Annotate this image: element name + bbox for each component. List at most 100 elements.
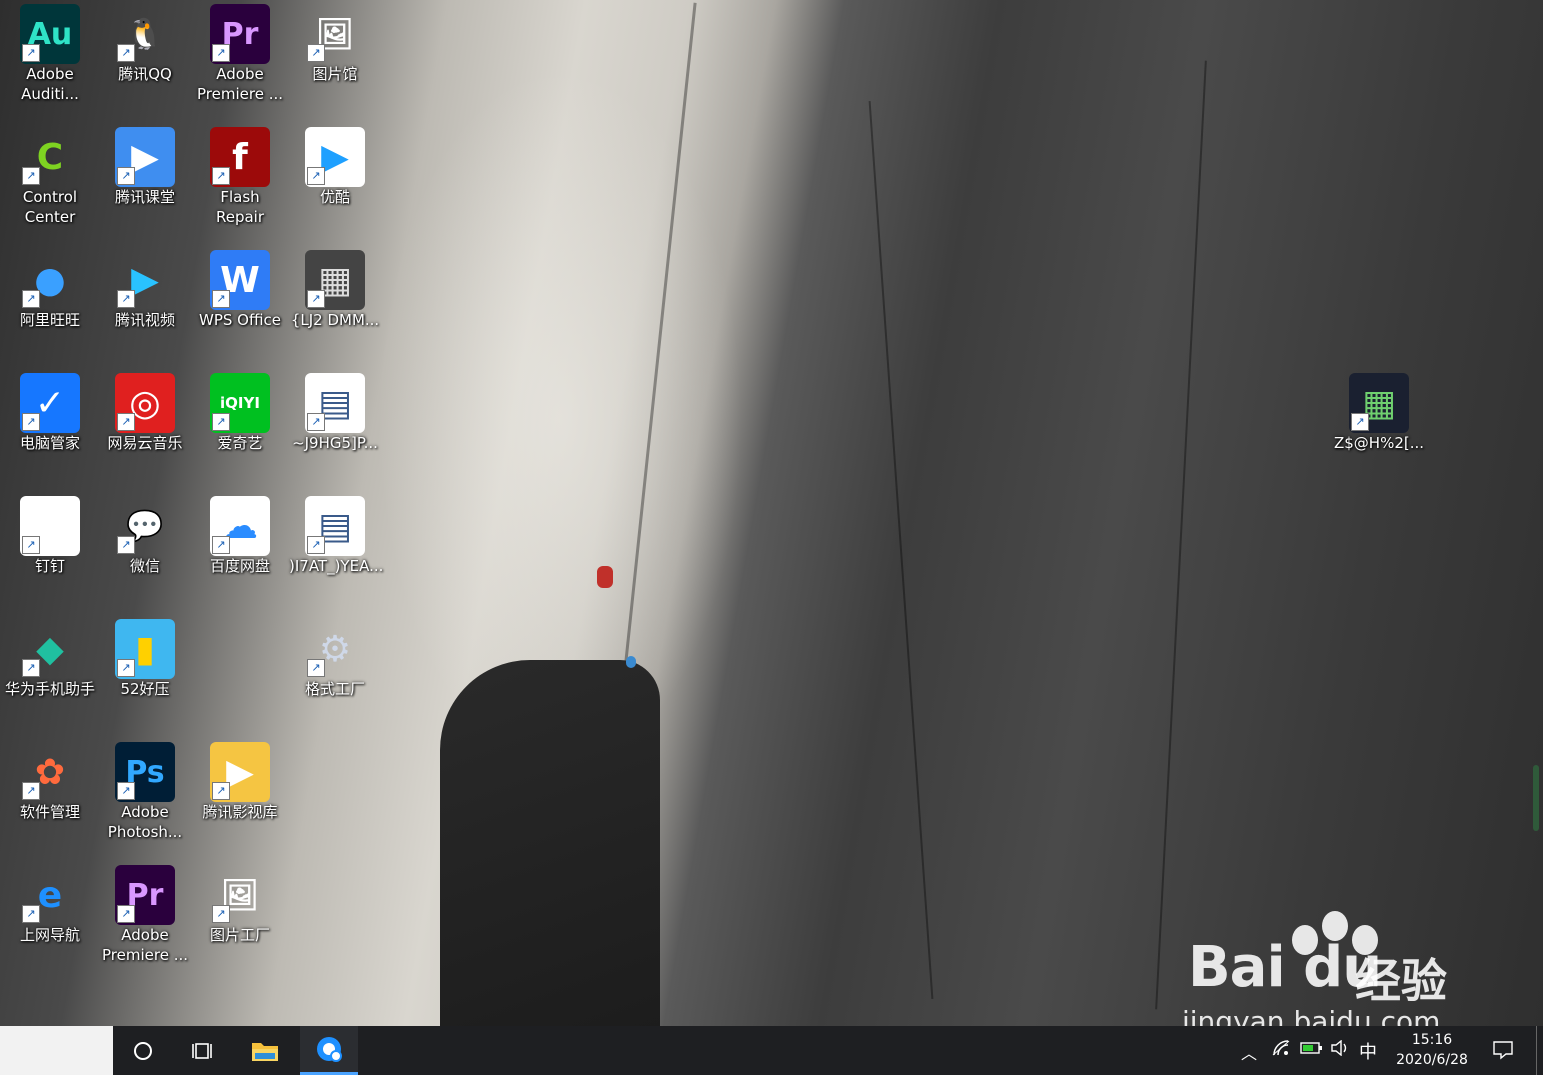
- rock-crack: [868, 101, 934, 999]
- shortcut-arrow-icon: ↗: [307, 413, 325, 431]
- desktop-shortcut-label: ~J9HG5]P...: [292, 434, 378, 452]
- desktop-shortcut-label: 优酷: [319, 188, 350, 206]
- desktop-shortcut-label: 百度网盘: [209, 557, 270, 575]
- volume-icon[interactable]: [1330, 1039, 1350, 1060]
- shortcut-arrow-icon: ↗: [307, 659, 325, 677]
- desktop-shortcut[interactable]: ▮ ↗ 52好压: [99, 615, 191, 733]
- shortcut-arrow-icon: ↗: [212, 782, 230, 800]
- desktop-shortcut[interactable]: W ↗ WPS Office: [194, 246, 286, 364]
- cortana-button[interactable]: [114, 1026, 172, 1075]
- desktop-shortcut[interactable]: ✓ ↗ 电脑管家: [4, 369, 96, 487]
- shortcut-arrow-icon: ↗: [117, 659, 135, 677]
- ime-indicator[interactable]: 中: [1359, 1038, 1377, 1064]
- show-desktop-divider[interactable]: [1536, 1026, 1537, 1075]
- desktop-shortcut[interactable]: ✿ ↗ 软件管理: [4, 738, 96, 856]
- desktop-shortcut-label: 钉钉: [34, 557, 65, 575]
- desktop-shortcut-label: 图片工厂: [209, 926, 270, 944]
- desktop-shortcut-label: 图片馆: [312, 65, 358, 83]
- rock-crack: [1155, 60, 1207, 1010]
- shortcut-arrow-icon: ↗: [22, 44, 40, 62]
- wifi-icon[interactable]: [1272, 1040, 1290, 1060]
- shortcut-arrow-icon: ↗: [117, 413, 135, 431]
- desktop-shortcut[interactable]: ▶ ↗ 优酷: [289, 123, 381, 241]
- shortcut-arrow-icon: ↗: [117, 536, 135, 554]
- desktop-shortcut[interactable]: 🐧 ↗ 腾讯QQ: [99, 0, 191, 118]
- desktop-shortcut[interactable]: ▤ ↗)I7AT_)YEA...: [289, 492, 384, 610]
- shortcut-arrow-icon: ↗: [212, 905, 230, 923]
- desktop-shortcut-label: 电脑管家: [19, 434, 80, 452]
- shortcut-arrow-icon: ↗: [22, 290, 40, 308]
- shortcut-arrow-icon: ↗: [22, 536, 40, 554]
- chevron-up-icon[interactable]: ︿: [1241, 1040, 1257, 1064]
- shortcut-arrow-icon: ↗: [1351, 413, 1369, 431]
- shortcut-arrow-icon: ↗: [307, 290, 325, 308]
- desktop-shortcut-label: 软件管理: [19, 803, 80, 821]
- browser-taskbar-button[interactable]: [300, 1026, 358, 1075]
- desktop-shortcut[interactable]: Pr ↗ Adobe Premiere ...: [99, 861, 191, 979]
- desktop-shortcut-label: Adobe Photosh...: [107, 803, 183, 841]
- desktop-shortcut[interactable]: ● ↗ 阿里旺旺: [4, 246, 96, 364]
- desktop-shortcut-label: Flash Repair: [215, 188, 265, 226]
- task-view-button[interactable]: [174, 1026, 232, 1075]
- file-explorer-button[interactable]: [236, 1026, 294, 1075]
- desktop-shortcut[interactable]: 🖼 ↗ 图片工厂: [194, 861, 286, 979]
- desktop-shortcut-label: 华为手机助手: [4, 680, 95, 698]
- shortcut-arrow-icon: ↗: [22, 659, 40, 677]
- desktop-shortcut[interactable]: f ↗ Flash Repair: [194, 123, 286, 241]
- shortcut-arrow-icon: ↗: [212, 536, 230, 554]
- desktop-shortcut[interactable]: ▤ ↗ ~J9HG5]P...: [289, 369, 381, 487]
- desktop-shortcut[interactable]: ↗ 钉钉: [4, 492, 96, 610]
- task-view-icon: [192, 1042, 212, 1059]
- desktop-shortcut[interactable]: 💬 ↗ 微信: [99, 492, 191, 610]
- clock-date: 2020/6/28: [1396, 1052, 1468, 1068]
- desktop-shortcut[interactable]: ▶ ↗ 腾讯课堂: [99, 123, 191, 241]
- watermark-brand: Bai du: [1188, 935, 1382, 1000]
- folder-icon: [252, 1042, 278, 1061]
- shortcut-arrow-icon: ↗: [22, 905, 40, 923]
- shortcut-arrow-icon: ↗: [22, 413, 40, 431]
- desktop-shortcut-label: Adobe Premiere ...: [102, 926, 188, 964]
- desktop-shortcut[interactable]: Pr ↗ Adobe Premiere ...: [194, 0, 286, 118]
- desktop-shortcut[interactable]: Ps ↗ Adobe Photosh...: [99, 738, 191, 856]
- desktop-shortcut[interactable]: C ↗ Control Center: [4, 123, 96, 241]
- taskbar-search-box[interactable]: [0, 1026, 113, 1075]
- desktop-shortcut[interactable]: iQIYI ↗ 爱奇艺: [194, 369, 286, 487]
- desktop-shortcut-label: Control Center: [22, 188, 78, 226]
- desktop-shortcut-label: )I7AT_)YEA...: [289, 557, 384, 575]
- desktop-shortcut[interactable]: ▦ ↗ Z$@H%2[...: [1333, 369, 1425, 487]
- shortcut-arrow-icon: ↗: [307, 44, 325, 62]
- desktop-shortcut[interactable]: ◎ ↗ 网易云音乐: [99, 369, 191, 487]
- desktop-shortcut[interactable]: ⚙ ↗ 格式工厂: [289, 615, 381, 733]
- shortcut-arrow-icon: ↗: [117, 44, 135, 62]
- shortcut-arrow-icon: ↗: [117, 290, 135, 308]
- taskbar: ︿ 中 15:16 2020/6/28: [0, 1026, 1543, 1075]
- desktop-shortcut-label: 上网导航: [19, 926, 80, 944]
- desktop-shortcut-label: {LJ2 DMM...: [290, 311, 380, 329]
- action-center-icon[interactable]: [1492, 1040, 1514, 1064]
- desktop-shortcut[interactable]: ▦ ↗ {LJ2 DMM...: [289, 246, 381, 364]
- desktop-shortcut[interactable]: ◆ ↗ 华为手机助手: [4, 615, 96, 733]
- desktop-shortcut-label: 腾讯课堂: [114, 188, 175, 206]
- shortcut-arrow-icon: ↗: [22, 782, 40, 800]
- desktop-shortcut[interactable]: Au ↗ Adobe Auditi...: [4, 0, 96, 118]
- shortcut-arrow-icon: ↗: [22, 167, 40, 185]
- climber-figure: [597, 566, 613, 588]
- baidu-jingyan-watermark: Bai du 经验 jingyan.baidu.com: [1180, 905, 1480, 1040]
- desktop-shortcut[interactable]: ▶ ↗ 腾讯影视库: [194, 738, 286, 856]
- taskbar-clock[interactable]: 15:16 2020/6/28: [1384, 1030, 1480, 1070]
- desktop-shortcut[interactable]: 🖼 ↗ 图片馆: [289, 0, 381, 118]
- circle-icon: [134, 1041, 152, 1060]
- desktop-shortcut-label: 阿里旺旺: [19, 311, 80, 329]
- shortcut-arrow-icon: ↗: [212, 167, 230, 185]
- dark-rock-outcrop: [440, 660, 660, 1026]
- shortcut-arrow-icon: ↗: [307, 167, 325, 185]
- shortcut-arrow-icon: ↗: [117, 905, 135, 923]
- desktop-shortcut-label: WPS Office: [199, 311, 281, 329]
- battery-icon[interactable]: [1300, 1040, 1324, 1060]
- desktop-shortcut[interactable]: ▶ ↗ 腾讯视频: [99, 246, 191, 364]
- desktop-shortcut[interactable]: ☁ ↗ 百度网盘: [194, 492, 286, 610]
- desktop-shortcut[interactable]: e ↗ 上网导航: [4, 861, 96, 979]
- desktop-shortcut-label: 腾讯影视库: [202, 803, 278, 821]
- desktop-shortcut-label: Z$@H%2[...: [1333, 434, 1425, 452]
- desktop-shortcut-label: 爱奇艺: [217, 434, 263, 452]
